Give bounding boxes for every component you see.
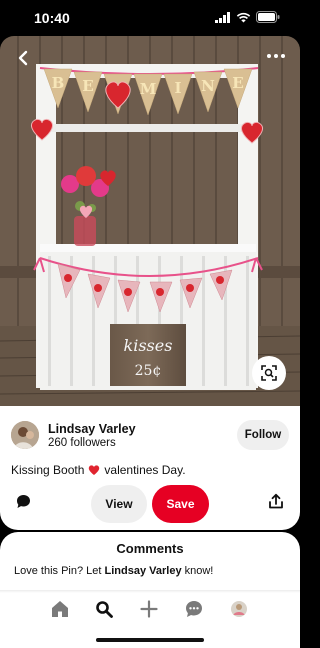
comments-prompt-name[interactable]: Lindsay Varley [105, 565, 182, 577]
bottom-nav [0, 590, 300, 648]
nav-search[interactable] [94, 599, 114, 619]
back-icon[interactable] [14, 48, 34, 68]
view-button[interactable]: View [91, 485, 147, 523]
description-text-end: valentines Day. [104, 463, 186, 477]
status-bar: 10:40 [0, 0, 300, 36]
creator-avatar[interactable] [11, 421, 39, 449]
kissing-booth-photo: B E M I N E kisses 25¢ [0, 36, 300, 406]
banner-letter-6: E [232, 74, 243, 92]
nav-create[interactable] [139, 599, 159, 619]
visual-search-button[interactable] [252, 356, 286, 390]
red-heart-emoji-icon [89, 465, 100, 475]
follow-button[interactable]: Follow [237, 420, 289, 450]
home-icon [52, 601, 68, 617]
banner-letter-5: N [201, 77, 215, 95]
chalk-sign-line-2: 25¢ [135, 363, 162, 379]
banner-letter-1: B [52, 74, 65, 92]
comments-prompt-end: know! [181, 565, 214, 577]
messages-icon [186, 601, 202, 617]
status-time: 10:40 [34, 10, 70, 26]
battery-icon [256, 11, 280, 23]
nav-messages[interactable] [184, 599, 204, 619]
visual-search-icon [261, 365, 277, 381]
comments-prompt-start: Love this Pin? Let [14, 565, 105, 577]
share-icon[interactable] [268, 493, 284, 509]
search-icon [96, 601, 113, 618]
comments-title: Comments [116, 541, 184, 556]
pin-details: Lindsay Varley 260 followers Follow Kiss… [0, 406, 300, 530]
nav-home[interactable] [50, 599, 70, 619]
comment-icon[interactable] [16, 494, 31, 509]
pin-image[interactable]: B E M I N E kisses 25¢ [0, 36, 300, 406]
banner-letter-3: M [140, 80, 157, 98]
creator-name[interactable]: Lindsay Varley [48, 422, 136, 436]
create-icon [140, 600, 158, 618]
signal-icon [215, 11, 230, 23]
save-button[interactable]: Save [152, 485, 209, 523]
banner-letter-2: E [82, 77, 93, 95]
description-text-start: Kissing Booth [11, 463, 85, 477]
profile-avatar-icon [231, 601, 247, 617]
follower-count: 260 followers [48, 437, 116, 449]
nav-profile[interactable] [229, 599, 249, 619]
comments-prompt: Love this Pin? Let Lindsay Varley know! [14, 565, 213, 577]
banner-letter-4: I [174, 79, 181, 97]
nav-divider [0, 590, 300, 593]
pin-description: Kissing Booth valentines Day. [11, 463, 186, 477]
wifi-icon [236, 12, 251, 22]
status-icons [215, 11, 280, 23]
comments-section: Comments Love this Pin? Let Lindsay Varl… [0, 532, 300, 596]
chalk-sign-line-1: kisses [124, 336, 173, 355]
home-indicator [96, 638, 204, 642]
more-options-icon[interactable] [266, 51, 286, 61]
